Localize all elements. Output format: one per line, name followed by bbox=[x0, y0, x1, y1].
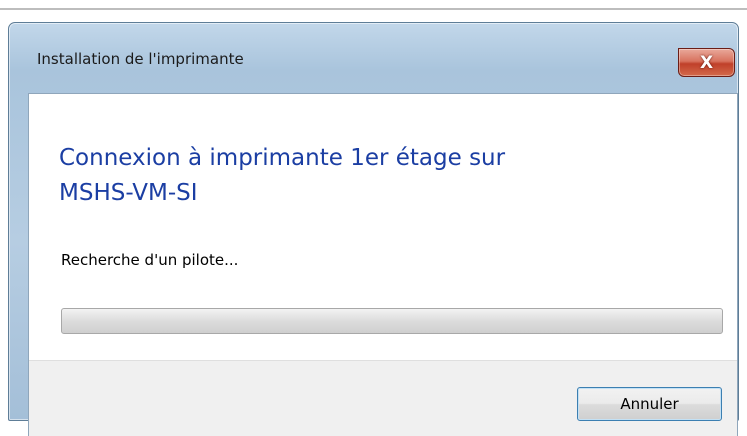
dialog-heading: Connexion à imprimante 1er étage sur MSH… bbox=[59, 141, 505, 211]
cancel-button[interactable]: Annuler bbox=[577, 387, 722, 421]
status-text: Recherche d'un pilote... bbox=[61, 251, 239, 269]
background-divider bbox=[0, 8, 747, 10]
heading-line-1: Connexion à imprimante 1er étage sur bbox=[59, 145, 506, 171]
progress-bar bbox=[61, 308, 723, 334]
window-title: Installation de l'imprimante bbox=[37, 50, 244, 68]
dialog-window: Installation de l'imprimante X Connexion… bbox=[8, 22, 739, 436]
dialog-content: Connexion à imprimante 1er étage sur MSH… bbox=[28, 93, 738, 436]
close-icon: X bbox=[699, 52, 714, 73]
heading-line-2: MSHS-VM-SI bbox=[59, 180, 198, 206]
close-button[interactable]: X bbox=[678, 48, 735, 77]
dialog-footer: Annuler bbox=[29, 360, 737, 436]
